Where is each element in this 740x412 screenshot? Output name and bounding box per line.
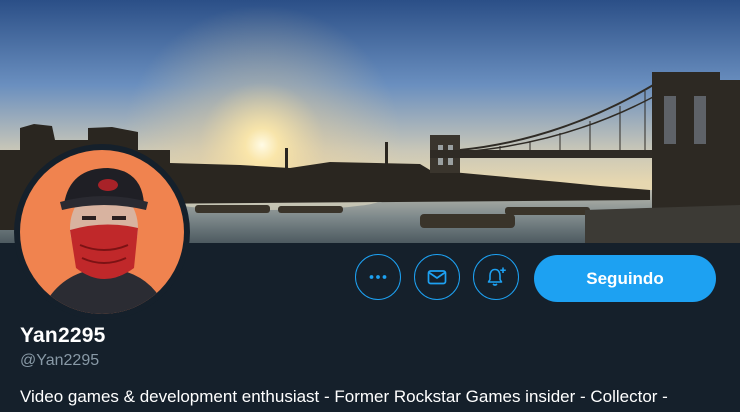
message-button[interactable]: [414, 254, 460, 300]
envelope-icon: [427, 270, 447, 285]
profile-bio: Video games & development enthusiast - F…: [20, 387, 668, 406]
bell-plus-icon: [487, 267, 506, 286]
more-button[interactable]: [355, 254, 401, 300]
avatar-image: [20, 150, 184, 314]
avatar[interactable]: [14, 144, 190, 320]
following-button[interactable]: Seguindo: [534, 255, 716, 302]
more-horizontal-icon: [369, 275, 387, 279]
notifications-button[interactable]: [473, 254, 519, 300]
user-handle: @Yan2295: [20, 352, 100, 369]
display-name: Yan2295: [20, 324, 106, 347]
